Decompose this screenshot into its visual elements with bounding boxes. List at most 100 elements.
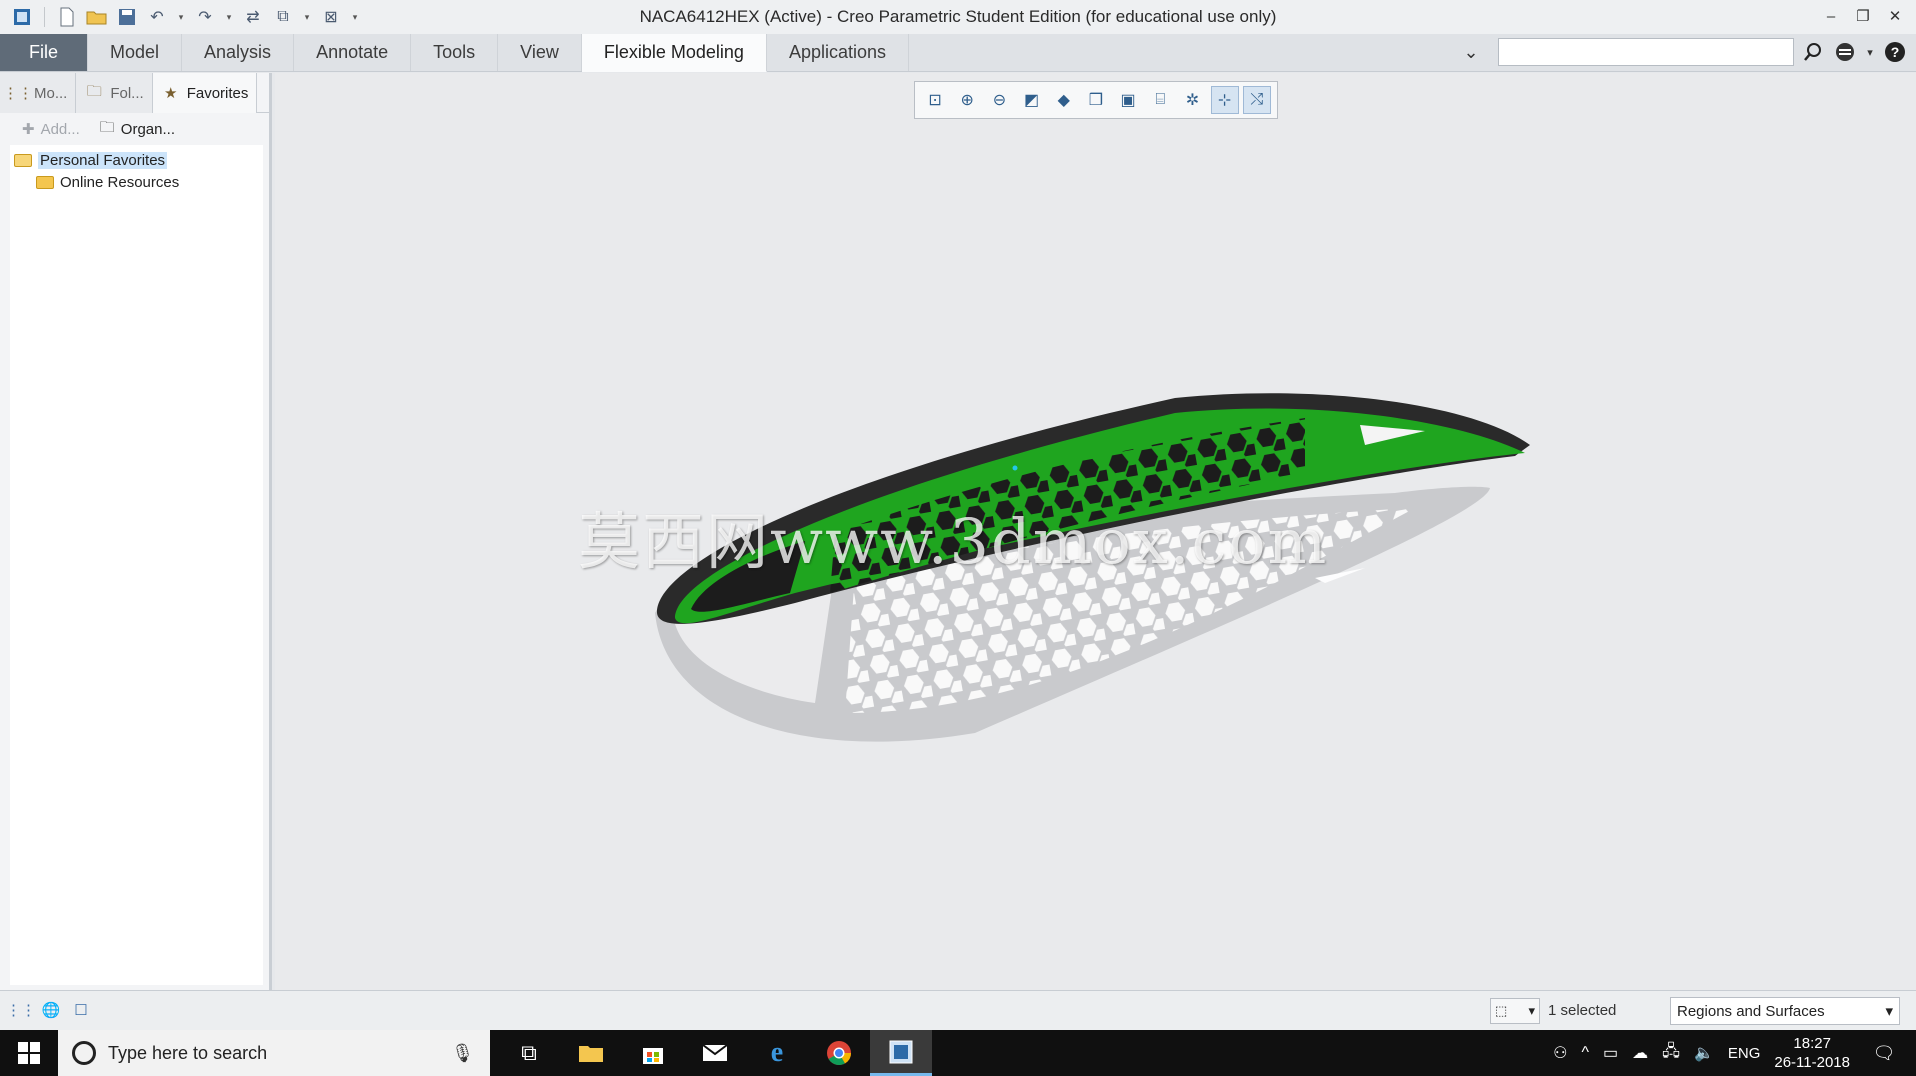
store-icon[interactable] — [622, 1030, 684, 1076]
watermark-text: 莫西网www.3dmox.com — [578, 505, 1329, 578]
add-label: Add... — [40, 120, 80, 138]
community-icon[interactable] — [1832, 37, 1858, 67]
tab-model-tree-label: Mo... — [34, 84, 68, 102]
status-bar-left: ⋮⋮ 🌐 ☐ — [6, 999, 92, 1021]
separator — [44, 7, 45, 27]
folder-icon — [36, 175, 54, 189]
network-icon[interactable]: 🖧 — [1662, 1040, 1680, 1067]
navigator-tabs: ⋮⋮ Mo... 🗀 Fol... ★ Favorites — [0, 73, 269, 113]
graphics-window[interactable]: ⊡ ⊕ ⊖ ◩ ◆ ❒ ▣ ⌸ ✲ ⊹ ⤭ 莫西网www.3dmox.com — [275, 73, 1916, 990]
add-icon: ✚ — [22, 121, 35, 138]
redo-dropdown-icon[interactable]: ▾ — [223, 5, 235, 29]
restore-button[interactable]: ❐ — [1848, 4, 1878, 28]
task-view-icon[interactable]: ⧉ — [498, 1030, 560, 1076]
selection-count: 1 selected — [1548, 1002, 1617, 1019]
add-favorite-button[interactable]: ✚ Add... — [22, 120, 80, 139]
tab-favorites-label: Favorites — [186, 84, 249, 102]
chrome-icon[interactable] — [808, 1030, 870, 1076]
tree-item-online-resources[interactable]: Online Resources — [10, 171, 263, 193]
volume-icon[interactable]: 🔈 — [1694, 1043, 1714, 1063]
tab-tools[interactable]: Tools — [411, 34, 499, 71]
navigator-panel: ⋮⋮ Mo... 🗀 Fol... ★ Favorites ✚ Add... 🗀… — [0, 73, 272, 990]
navigator-toggle-icon[interactable]: ⋮⋮ — [6, 999, 36, 1021]
browser-toggle-icon[interactable]: 🌐 — [40, 999, 62, 1021]
folder-browser-icon: 🗀 — [86, 82, 102, 100]
tree-item-personal-favorites[interactable]: Personal Favorites — [10, 149, 263, 171]
taskbar: Type here to search 🎙 ⧉ e ⚇ ^ ▭ ☁ 🖧 🔈 EN… — [0, 1030, 1916, 1076]
svg-text:?: ? — [1891, 44, 1900, 60]
favorites-icon: ★ — [163, 85, 178, 102]
smart-filter-select[interactable]: Regions and Surfaces ▾ — [1670, 997, 1900, 1025]
title-bar: ↶ ▾ ↷ ▾ ⇄ ⧉ ▾ ⊠ ▾ NACA6412HEX (Active) -… — [0, 0, 1916, 34]
help-icon[interactable]: ? — [1882, 37, 1908, 67]
undo-dropdown-icon[interactable]: ▾ — [175, 5, 187, 29]
organize-icon: 🗀 — [99, 118, 115, 136]
minimize-button[interactable]: – — [1816, 4, 1846, 28]
windows-logo-icon — [18, 1042, 40, 1064]
clock-date: 26-11-2018 — [1774, 1054, 1850, 1071]
edge-icon[interactable]: e — [746, 1030, 808, 1076]
tab-view[interactable]: View — [498, 34, 582, 71]
redo-icon[interactable]: ↷ — [193, 5, 217, 29]
tab-file[interactable]: File — [0, 34, 88, 71]
start-button[interactable] — [0, 1030, 58, 1076]
window-controls: – ❐ ✕ — [1816, 4, 1910, 28]
people-icon[interactable]: ⚇ — [1553, 1043, 1567, 1063]
ribbon: File Model Analysis Annotate Tools View … — [0, 34, 1916, 72]
mail-icon[interactable] — [684, 1030, 746, 1076]
clock-time: 18:27 — [1793, 1035, 1831, 1052]
favorites-tree: Personal Favorites Online Resources — [10, 145, 263, 985]
action-center-icon[interactable]: 🗨 — [1864, 1030, 1904, 1076]
favorites-toolbar: ✚ Add... 🗀 Organ... — [0, 113, 269, 145]
customize-icon[interactable]: ▾ — [349, 5, 361, 29]
tree-item-label: Online Resources — [60, 173, 180, 191]
ribbon-right-controls: ⌄ ▾ ? — [1458, 37, 1908, 67]
clock[interactable]: 18:27 26-11-2018 — [1774, 1034, 1850, 1072]
new-icon[interactable] — [55, 5, 79, 29]
undo-icon[interactable]: ↶ — [145, 5, 169, 29]
taskbar-search[interactable]: Type here to search 🎙 — [58, 1030, 490, 1076]
creo-taskbar-icon[interactable] — [870, 1030, 932, 1076]
tab-folder-browser[interactable]: 🗀 Fol... — [76, 73, 153, 113]
taskbar-apps: ⧉ e — [498, 1030, 932, 1076]
selection-filter-button[interactable]: ⬚ ▾ — [1490, 998, 1540, 1024]
smart-filter-value: Regions and Surfaces — [1677, 1002, 1825, 1020]
search-icon[interactable] — [1800, 37, 1826, 67]
microphone-icon[interactable]: 🎙 — [451, 1043, 474, 1064]
tree-item-label: Personal Favorites — [38, 151, 168, 169]
onedrive-icon[interactable]: ☁ — [1632, 1043, 1648, 1063]
search-input[interactable] — [1498, 38, 1794, 66]
chevron-up-icon[interactable]: ^ — [1581, 1044, 1589, 1062]
close-button[interactable]: ✕ — [1880, 4, 1910, 28]
windows-icon[interactable]: ⧉ — [271, 5, 295, 29]
cortana-icon — [72, 1041, 96, 1065]
windows-dropdown-icon[interactable]: ▾ — [301, 5, 313, 29]
open-icon[interactable] — [85, 5, 109, 29]
organize-button[interactable]: 🗀 Organ... — [100, 117, 175, 142]
file-explorer-icon[interactable] — [560, 1030, 622, 1076]
app-icon[interactable] — [10, 5, 34, 29]
tab-favorites[interactable]: ★ Favorites — [152, 73, 258, 113]
regenerate-icon[interactable]: ⇄ — [241, 5, 265, 29]
status-bar: ⋮⋮ 🌐 ☐ ⬚ ▾ 1 selected Regions and Surfac… — [0, 990, 1916, 1030]
chevron-down-icon: ▾ — [1885, 1003, 1893, 1020]
battery-icon[interactable]: ▭ — [1603, 1043, 1618, 1063]
folder-open-icon — [14, 153, 32, 167]
tab-annotate[interactable]: Annotate — [294, 34, 412, 71]
close-window-icon[interactable]: ⊠ — [319, 5, 343, 29]
chevron-down-icon: ▾ — [1528, 1003, 1535, 1018]
language-indicator[interactable]: ENG — [1728, 1045, 1761, 1062]
tab-flexible-modeling[interactable]: Flexible Modeling — [581, 34, 767, 72]
model-tree-icon: ⋮⋮ — [3, 85, 33, 102]
tab-model-tree[interactable]: ⋮⋮ Mo... — [0, 73, 77, 113]
save-icon[interactable] — [115, 5, 139, 29]
community-dropdown-icon[interactable]: ▾ — [1864, 37, 1876, 67]
system-tray: ⚇ ^ ▭ ☁ 🖧 🔈 ENG 18:27 26-11-2018 🗨 — [1553, 1030, 1916, 1076]
tab-applications[interactable]: Applications — [767, 34, 909, 71]
selection-filter-icon: ⬚ — [1495, 1003, 1508, 1018]
taskbar-search-placeholder: Type here to search — [108, 1042, 268, 1063]
fullscreen-icon[interactable]: ☐ — [70, 999, 92, 1021]
tab-model[interactable]: Model — [88, 34, 183, 71]
tab-analysis[interactable]: Analysis — [182, 34, 295, 71]
ribbon-collapse-icon[interactable]: ⌄ — [1458, 37, 1484, 67]
